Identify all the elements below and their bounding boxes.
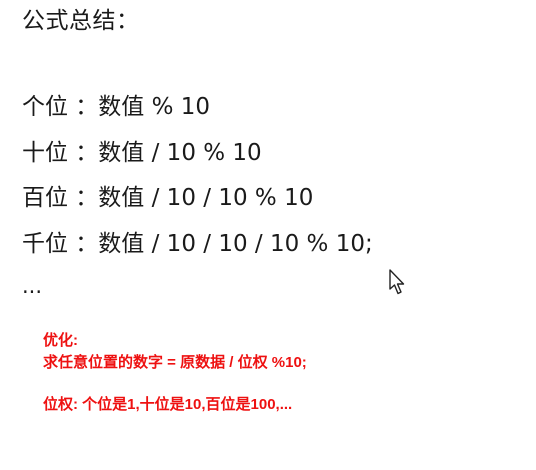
place-weight-note: 位权: 个位是1,十位是10,百位是100,... (43, 396, 293, 413)
formula-note: 公式总结： 个位 ：数值 % 10 十位 ：数值 / 10 % 10 百位 ：数… (0, 0, 536, 470)
optimization-note: 优化: 求任意位置的数字 = 原数据 / 位权 %10; 位权: 个位是1,十位… (43, 330, 307, 416)
mouse-pointer-icon (388, 268, 408, 298)
summary-heading: 公式总结： (22, 8, 140, 34)
formula-list: 个位 ：数值 % 10 十位 ：数值 / 10 % 10 百位 ：数值 / 10… (22, 91, 373, 273)
optimization-title: 优化: (43, 332, 78, 349)
ellipsis-text: ... (22, 274, 43, 298)
general-formula: 求任意位置的数字 = 原数据 / 位权 %10; (43, 354, 307, 371)
formula-thousands-place: 千位 ：数值 / 10 / 10 / 10 % 10; (22, 230, 373, 257)
formula-tens-place: 十位 ：数值 / 10 % 10 (22, 139, 262, 166)
formula-hundreds-place: 百位 ：数值 / 10 / 10 % 10 (22, 185, 314, 211)
formula-ones-place: 个位 ：数值 % 10 (22, 94, 211, 120)
